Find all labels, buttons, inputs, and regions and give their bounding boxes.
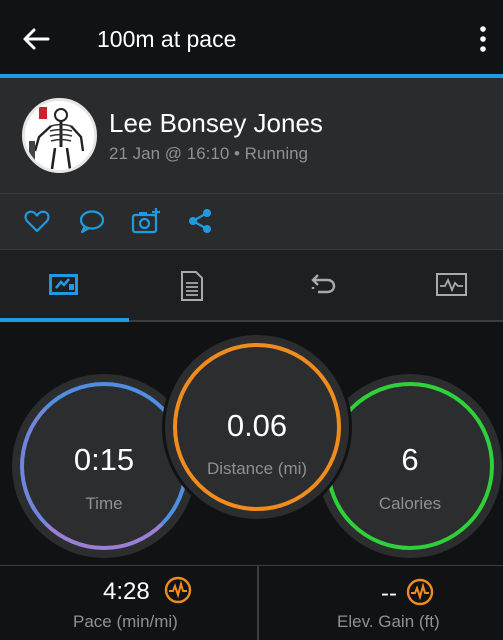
divider <box>0 565 503 566</box>
activity-owner: Lee Bonsey Jones 21 Jan @ 16:10 • Runnin… <box>0 78 503 193</box>
share-icon <box>189 209 211 233</box>
distance-stat: 0.06 Distance (mi) <box>165 335 349 519</box>
more-options-button[interactable] <box>471 22 495 56</box>
elevation-chart-icon[interactable] <box>405 577 435 607</box>
tab-details[interactable] <box>126 250 252 320</box>
app-bar: 100m at pace <box>0 0 503 76</box>
avatar[interactable] <box>22 98 97 173</box>
add-photo-button[interactable] <box>131 206 161 236</box>
calories-label: Calories <box>378 494 442 513</box>
tab-summary[interactable] <box>0 250 126 320</box>
chart-icon <box>436 273 467 296</box>
user-name[interactable]: Lee Bonsey Jones <box>109 108 323 139</box>
summary-icon <box>49 274 78 295</box>
skeleton-avatar-icon <box>25 101 94 170</box>
stats-panel: 0:15 Time 6 Calories 0.06 Distance (mi) <box>0 322 503 566</box>
pace-chart-icon[interactable] <box>163 575 193 605</box>
like-button[interactable] <box>22 206 52 236</box>
tab-laps[interactable] <box>252 250 378 320</box>
loop-icon <box>311 274 336 294</box>
elevation-gain-value: -- <box>381 580 397 607</box>
action-bar <box>0 194 503 249</box>
distance-value: 0.06 <box>226 408 288 443</box>
comment-icon <box>79 210 105 234</box>
pace-label: Pace (min/mi) <box>73 612 178 631</box>
tab-charts[interactable] <box>378 250 503 320</box>
more-vertical-icon <box>480 26 486 52</box>
share-button[interactable] <box>185 206 215 236</box>
activity-tabs <box>0 250 503 322</box>
pace-value: 4:28 <box>103 578 150 605</box>
divider <box>257 566 259 640</box>
heart-icon <box>24 210 50 233</box>
page-title: 100m at pace <box>97 26 237 52</box>
document-icon <box>181 271 203 301</box>
comment-button[interactable] <box>77 206 107 236</box>
arrow-left-icon <box>23 28 50 50</box>
activity-meta: 21 Jan @ 16:10 • Running <box>109 144 309 163</box>
time-label: Time <box>85 494 123 513</box>
back-button[interactable] <box>18 22 54 58</box>
add-photo-icon <box>131 208 160 234</box>
distance-label: Distance (mi) <box>206 459 308 478</box>
elevation-gain-label: Elev. Gain (ft) <box>337 612 440 631</box>
